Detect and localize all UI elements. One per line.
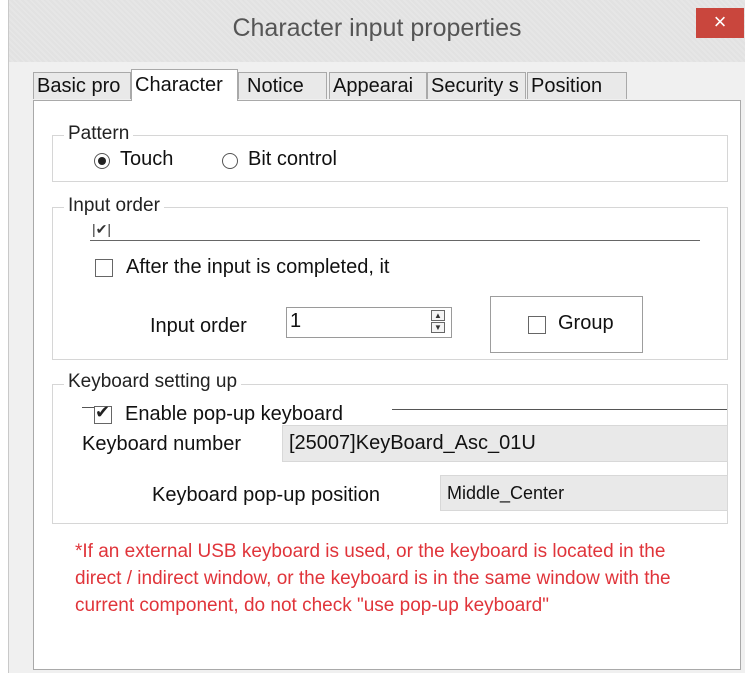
input-order-legend: Input order <box>64 195 164 217</box>
tab-security[interactable]: Security s <box>427 72 526 99</box>
title-bar[interactable]: Character input properties × <box>9 0 745 62</box>
keyboard-setting-legend: Keyboard setting up <box>64 371 242 393</box>
pattern-legend: Pattern <box>64 123 134 145</box>
group-checkbox[interactable] <box>528 316 546 334</box>
enable-popup-keyboard-checkbox[interactable]: ✔ <box>94 402 112 424</box>
enable-popup-keyboard-label: Enable pop-up keyboard <box>125 403 343 425</box>
bit-control-radio[interactable] <box>222 153 238 169</box>
tab-basic-properties[interactable]: Basic pro <box>33 72 131 99</box>
keyboard-number-label: Keyboard number <box>82 433 241 455</box>
group-label: Group <box>558 312 614 334</box>
dialog-title: Character input properties <box>232 14 522 42</box>
properties-dialog: Character input properties × Basic pro C… <box>8 0 745 673</box>
touch-label: Touch <box>120 148 174 170</box>
tab-character[interactable]: Character <box>131 69 238 101</box>
keyboard-row-line-right <box>392 409 727 410</box>
close-icon: × <box>713 9 727 34</box>
keyboard-position-label: Keyboard pop-up position <box>152 484 380 506</box>
bit-control-label: Bit control <box>248 148 337 170</box>
stepper-up-button[interactable]: ▲ <box>431 310 445 321</box>
stepper-down-button[interactable]: ▼ <box>431 322 445 333</box>
group-box: Group <box>490 296 643 353</box>
keyboard-number-select[interactable]: [25007]KeyBoard_Asc_01U <box>282 425 728 462</box>
tab-notice[interactable]: Notice <box>238 72 327 99</box>
input-order-stepper[interactable]: 1 <box>286 307 452 338</box>
input-order-label: Input order <box>150 315 247 337</box>
touch-radio[interactable] <box>94 153 110 169</box>
after-input-label: After the input is completed, it <box>126 256 390 278</box>
keyboard-position-select[interactable]: Middle_Center <box>440 475 728 511</box>
usb-keyboard-warning-note: *If an external USB keyboard is used, or… <box>75 541 671 616</box>
tab-position[interactable]: Position <box>527 72 627 99</box>
tab-appearance[interactable]: Appearai <box>329 72 427 99</box>
truncated-row-divider <box>90 240 700 241</box>
truncated-check-mark: |✔| <box>92 221 112 237</box>
close-button[interactable]: × <box>696 8 744 38</box>
after-input-checkbox[interactable] <box>95 259 113 277</box>
